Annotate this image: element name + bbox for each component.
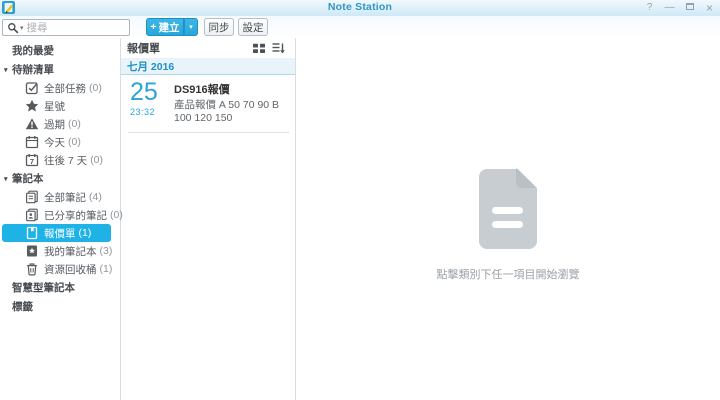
note-separator [128,132,289,133]
content-area: 我的最愛 ▾ 待辦清單 全部任務 (0) 星號 過期 (0) 今天 (0) 7 … [0,38,720,400]
note-time: 23:32 [130,107,156,117]
sidebar-item-recycle-bin[interactable]: 資源回收桶 (1) [0,260,120,278]
chevron-down-icon: ▾ [4,175,8,183]
empty-state-message: 點擊類別下任一項目開始瀏覽 [436,269,580,281]
sidebar-item-shared-notes[interactable]: 已分享的筆記 (0) [0,206,123,224]
sidebar-section-notebooks[interactable]: ▾ 筆記本 [0,169,120,188]
plus-icon: + [150,21,157,33]
maximize-icon[interactable] [684,3,695,13]
search-input[interactable] [26,21,125,34]
help-icon[interactable]: ? [644,3,655,13]
grid-view-icon[interactable] [253,43,265,54]
note-snippet: 產品報價 A 50 70 90 B 100 120 150 [174,99,280,124]
today-icon [25,135,39,149]
sidebar: 我的最愛 ▾ 待辦清單 全部任務 (0) 星號 過期 (0) 今天 (0) 7 … [0,38,123,400]
sidebar-section-favorites[interactable]: 我的最愛 [0,40,120,60]
search-box[interactable]: ▾ [2,19,130,36]
create-button[interactable]: + 建立 [146,18,184,36]
settings-button[interactable]: 設定 [238,18,268,36]
search-scope-caret-icon[interactable]: ▾ [20,24,24,32]
titlebar: Note Station ? — × [0,0,720,16]
note-list-title: 報價單 [127,43,160,55]
document-placeholder-icon [477,167,540,255]
sidebar-item-starred[interactable]: 星號 [0,97,120,115]
chevron-down-icon: ▾ [4,66,8,74]
note-date: 25 23:32 [121,79,174,125]
sidebar-item-today[interactable]: 今天 (0) [0,133,120,151]
sidebar-section-smart-notebook[interactable]: 智慧型筆記本 [0,278,120,297]
note-station-window: Note Station ? — × ▾ + 建立 ▾ 同步 設 [0,0,720,400]
task-icon [25,81,39,95]
sidebar-section-todo[interactable]: ▾ 待辦清單 [0,60,120,79]
overdue-icon [25,117,39,131]
sidebar-section-tags[interactable]: 標籤 [0,297,120,316]
sidebar-item-all-notes[interactable]: 全部筆記 (4) [0,188,120,206]
create-dropdown-button[interactable]: ▾ [184,18,198,36]
svg-text:7: 7 [30,157,34,166]
empty-state: 點擊類別下任一項目開始瀏覽 [296,167,720,282]
sidebar-item-all-tasks[interactable]: 全部任務 (0) [0,79,120,97]
note-group-header: 七月 2016 [121,58,295,75]
star-icon [25,99,39,113]
note-list-panel: 報價單 七月 2016 25 23:32 DS916報價 產品報價 A 50 7… [121,38,296,400]
toolbar: ▾ + 建立 ▾ 同步 設定 [0,16,720,38]
sidebar-item-next7days[interactable]: 7 往後 7 天 (0) [0,151,120,169]
search-icon [7,22,19,34]
all-notes-icon [25,190,39,204]
note-title: DS916報價 [174,84,230,96]
sidebar-item-my-notebook[interactable]: 我的筆記本 (3) [0,242,120,260]
trash-icon [25,262,39,276]
shared-notes-icon [25,208,39,222]
minimize-icon[interactable]: — [664,3,675,13]
note-list-item[interactable]: 25 23:32 DS916報價 產品報價 A 50 70 90 B 100 1… [121,75,295,131]
preview-panel: 點擊類別下任一項目開始瀏覽 [296,38,720,400]
note-day: 25 [130,78,158,106]
chevron-down-icon: ▾ [189,24,193,31]
my-notebook-icon [25,244,39,258]
sync-button[interactable]: 同步 [204,18,234,36]
notebook-icon [25,226,39,240]
sort-descending-icon[interactable] [272,42,285,54]
app-title: Note Station [327,1,393,13]
close-icon[interactable]: × [704,2,715,14]
window-controls: ? — × [644,0,715,16]
note-list-header: 報價單 [121,38,295,58]
sidebar-item-quotation[interactable]: 報價單 (1) [2,224,111,242]
sidebar-item-overdue[interactable]: 過期 (0) [0,115,120,133]
next7days-icon: 7 [25,153,39,167]
